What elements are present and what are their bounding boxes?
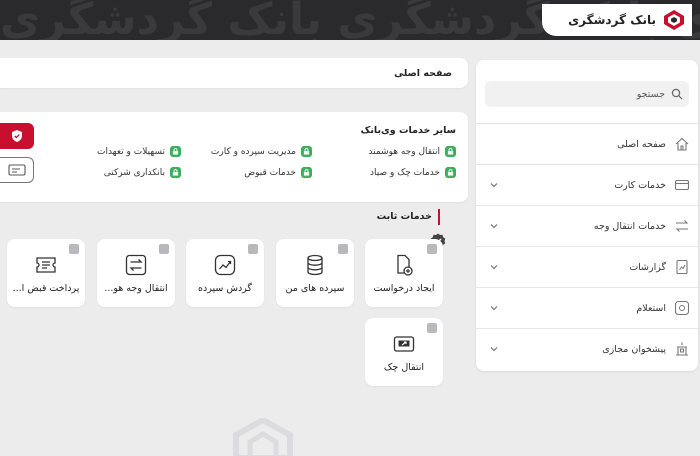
sidebar-item-card-services[interactable]: خدمات کارت	[476, 164, 698, 205]
brand-name: بانک گردشگری	[568, 13, 656, 27]
lock-icon	[159, 244, 169, 254]
sidebar-item-transfer-services[interactable]: خدمات انتقال وجه	[476, 205, 698, 246]
payment-card-icon	[7, 164, 26, 176]
breadcrumb-label: صفحه اصلی	[394, 67, 452, 79]
sidebar-menu: صفحه اصلی خدمات کارت خدمات انتقال وجه گز…	[476, 123, 698, 369]
sidebar-item-label: خدمات انتقال وجه	[593, 220, 666, 232]
turnover-icon	[214, 254, 236, 275]
bank-logo-icon	[664, 10, 684, 30]
sidebar-item-inquiry[interactable]: استعلام	[476, 287, 698, 328]
sidebar-item-virtual-counter[interactable]: پیشخوان مجازی	[476, 328, 698, 369]
service-label: مدیریت سپرده و کارت	[210, 146, 296, 157]
lock-icon	[445, 146, 456, 157]
tile-smart-transfer[interactable]: انتقال وجه هو...	[97, 239, 175, 307]
report-icon	[676, 259, 688, 275]
service-label: انتقال وجه هوشمند	[368, 146, 440, 157]
tile-new-request[interactable]: ایجاد درخواست	[365, 239, 443, 307]
sidebar-item-label: گزارشات	[629, 261, 666, 273]
service-label: خدمات چک و صیاد	[370, 167, 440, 178]
lock-icon	[445, 167, 456, 178]
lock-icon	[69, 244, 79, 254]
bank-watermark-logo	[233, 418, 293, 456]
tile-check-transfer[interactable]: انتقال چک	[365, 318, 443, 386]
new-request-icon	[397, 254, 413, 276]
lock-icon	[427, 244, 437, 254]
chevron-down-icon	[490, 347, 498, 352]
search-input[interactable]	[505, 88, 665, 100]
sidebar-item-home[interactable]: صفحه اصلی	[476, 123, 698, 164]
lock-icon	[301, 167, 312, 178]
chevron-down-icon	[490, 306, 498, 311]
breadcrumb: صفحه اصلی	[0, 58, 468, 88]
inquiry-icon	[674, 300, 690, 316]
tile-bill-payment[interactable]: پرداخت قبض ا...	[7, 239, 85, 307]
service-smart-transfer[interactable]: انتقال وجه هوشمند	[368, 146, 456, 157]
deposits-icon	[307, 254, 323, 275]
security-button[interactable]	[0, 123, 34, 149]
chevron-down-icon	[490, 183, 498, 188]
tile-label: گردش سپرده	[198, 282, 252, 294]
tile-label: پرداخت قبض ا...	[12, 282, 80, 294]
transfer-arrows-icon	[125, 254, 147, 275]
service-bills[interactable]: خدمات قبوض	[244, 167, 312, 178]
tile-label: انتقال چک	[383, 361, 425, 373]
lock-icon	[427, 323, 437, 333]
sidebar-item-reports[interactable]: گزارشات	[476, 246, 698, 287]
counter-icon	[676, 342, 688, 356]
shield-icon	[12, 130, 22, 142]
other-services-title: سایر خدمات وی‌بانک	[360, 125, 456, 136]
tile-label: انتقال وجه هو...	[104, 282, 168, 294]
tile-my-deposits[interactable]: سپرده های من	[276, 239, 354, 307]
service-loans-obligations[interactable]: تسهیلات و تعهدات	[97, 146, 181, 157]
search-icon	[671, 88, 683, 100]
fixed-services-title: خدمات ثابت	[377, 209, 440, 225]
transfer-icon	[675, 220, 689, 232]
other-services-card: سایر خدمات وی‌بانک انتقال وجه هوشمند مدی…	[0, 112, 468, 202]
home-icon	[675, 137, 689, 151]
lock-icon	[301, 146, 312, 157]
sidebar-item-label: صفحه اصلی	[617, 138, 666, 150]
service-check-sayad[interactable]: خدمات چک و صیاد	[370, 167, 456, 178]
tile-label: ایجاد درخواست	[373, 282, 435, 294]
chevron-down-icon	[490, 265, 498, 270]
check-transfer-icon	[393, 335, 415, 352]
lock-icon	[248, 244, 258, 254]
card-icon	[674, 179, 690, 191]
service-corporate-banking[interactable]: بانکداری شرکتی	[104, 167, 181, 178]
service-label: خدمات قبوض	[244, 167, 296, 178]
service-deposit-card-management[interactable]: مدیریت سپرده و کارت	[211, 146, 312, 157]
sidebar: صفحه اصلی خدمات کارت خدمات انتقال وجه گز…	[476, 60, 698, 371]
sidebar-item-label: پیشخوان مجازی	[602, 343, 666, 355]
bill-icon	[36, 256, 56, 273]
brand[interactable]: بانک گردشگری	[542, 4, 692, 36]
service-label: بانکداری شرکتی	[103, 167, 165, 178]
service-label: تسهیلات و تعهدات	[96, 146, 165, 157]
chevron-down-icon	[490, 224, 498, 229]
payment-button[interactable]	[0, 157, 34, 183]
tile-deposit-turnover[interactable]: گردش سپرده	[186, 239, 264, 307]
sidebar-item-label: خدمات کارت	[614, 179, 666, 191]
lock-icon	[170, 146, 181, 157]
lock-icon	[170, 167, 181, 178]
sidebar-item-label: استعلام	[636, 302, 666, 314]
search-box[interactable]	[485, 81, 689, 107]
tile-label: سپرده های من	[285, 282, 345, 294]
top-header: بانک گردشگری بانک گردشگری بانک گردشگری ب…	[0, 0, 700, 40]
lock-icon	[338, 244, 348, 254]
